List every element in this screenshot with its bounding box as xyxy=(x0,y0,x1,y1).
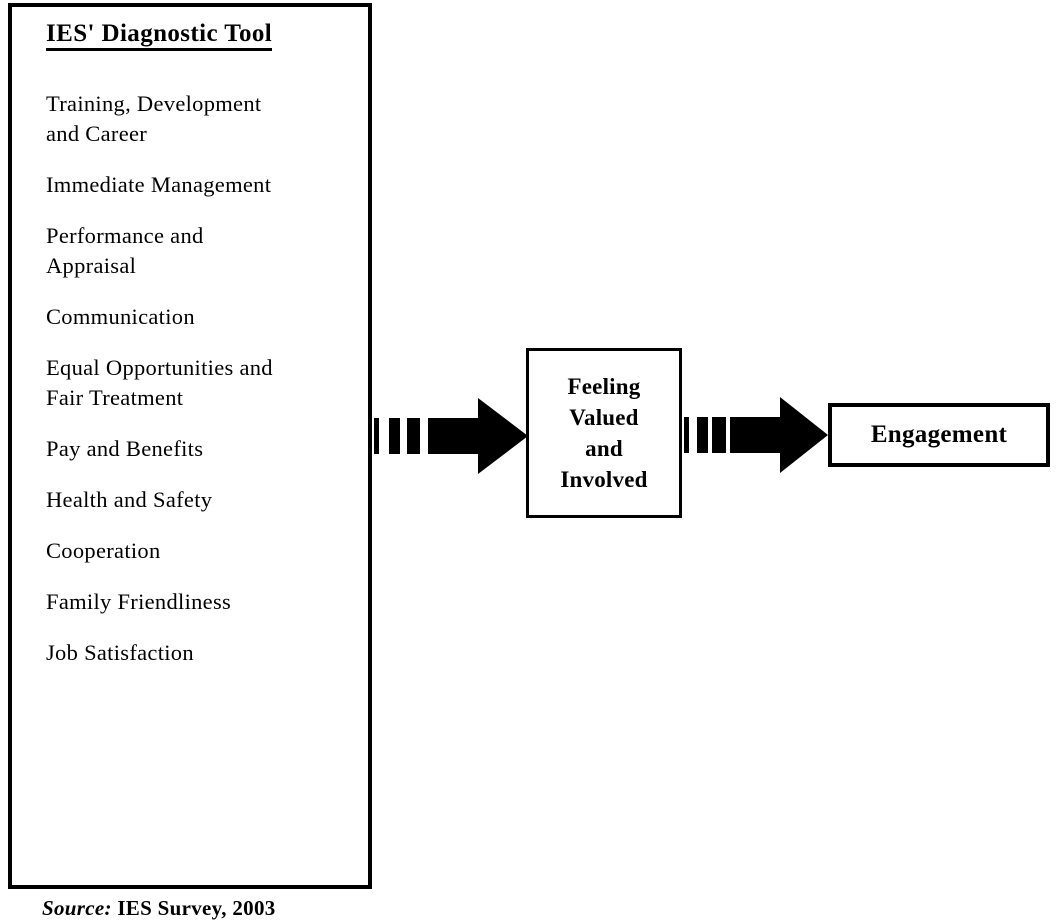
list-item: Equal Opportunities and Fair Treatment xyxy=(46,355,273,410)
diagnostic-tool-panel: IES' Diagnostic Tool Training, Developme… xyxy=(8,3,372,889)
source-label: Source: xyxy=(42,896,112,920)
dashed-block-arrow-icon-left xyxy=(374,398,530,474)
feeling-valued-and-involved-node: Feeling Valued and Involved xyxy=(526,348,682,518)
engagement-label: Engagement xyxy=(870,421,1008,448)
list-item: Family Friendliness xyxy=(46,589,232,614)
list-item: Performance and Appraisal xyxy=(46,223,204,278)
list-item: Health and Safety xyxy=(46,487,213,512)
diagnostic-factor-list: Training, Development and Career Immedia… xyxy=(46,89,362,668)
engagement-node: Engagement xyxy=(828,403,1050,467)
dashed-block-arrow-icon-right xyxy=(684,397,830,473)
list-item: Communication xyxy=(46,304,195,329)
panel-title: IES' Diagnostic Tool xyxy=(46,20,273,52)
list-item: Training, Development and Career xyxy=(46,91,262,146)
list-item: Job Satisfaction xyxy=(46,640,194,665)
list-item: Pay and Benefits xyxy=(46,436,204,461)
list-item: Immediate Management xyxy=(46,172,272,197)
source-caption: Source: IES Survey, 2003 xyxy=(42,896,276,921)
feeling-valued-and-involved-label: Feeling Valued and Involved xyxy=(560,374,648,492)
list-item: Cooperation xyxy=(46,538,161,563)
source-text: IES Survey, 2003 xyxy=(117,896,276,920)
